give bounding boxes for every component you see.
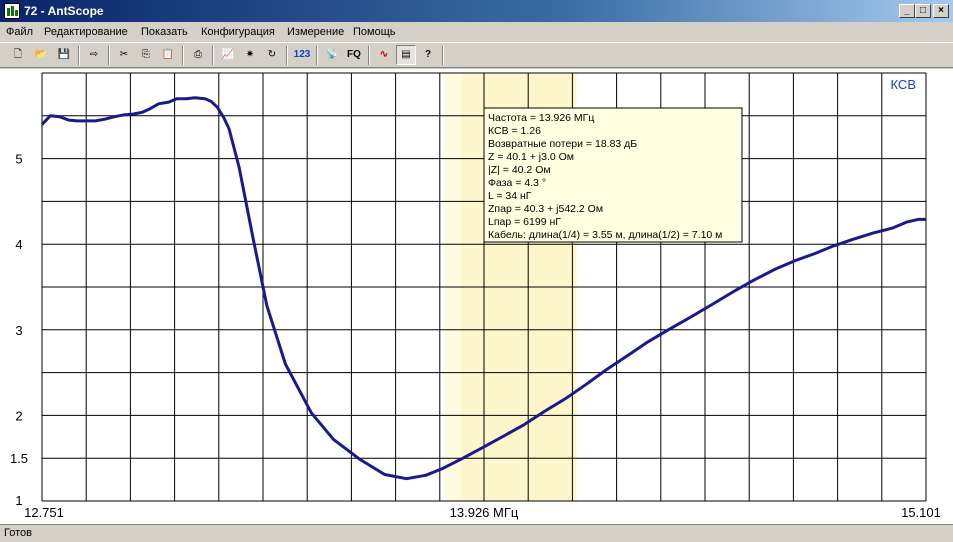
- paste-button[interactable]: 📋: [158, 45, 178, 65]
- parameter-label[interactable]: КСВ: [891, 77, 917, 92]
- title-bar: 72 - AntScope _ □ ×: [0, 0, 953, 22]
- x-tick-label: 12.751: [24, 505, 64, 520]
- menu-configuration[interactable]: Конфигурация: [201, 25, 275, 39]
- tooltip-line: Кабель: длина(1/4) = 3.55 м, длина(1/2) …: [488, 229, 722, 241]
- scan-icon: ✷: [245, 49, 255, 60]
- scan-button[interactable]: ✷: [240, 45, 260, 65]
- x-axis-labels: 12.751 13.926 МГц 15.101: [24, 505, 941, 520]
- y-tick-label: 3: [15, 323, 22, 338]
- window-title: 72 - AntScope: [24, 4, 104, 18]
- y-tick-label: 2: [15, 408, 22, 423]
- menu-view[interactable]: Показать: [141, 25, 188, 39]
- tooltip-line: Zпар = 40.3 + j542.2 Ом: [488, 203, 603, 215]
- toolbar-separator: [108, 46, 110, 65]
- data-table-button[interactable]: ▤: [396, 45, 416, 65]
- menu-measurement[interactable]: Измерение: [287, 25, 344, 39]
- y-tick-label: 1: [15, 493, 22, 508]
- cut-icon: ✂: [119, 49, 129, 60]
- minimize-button[interactable]: _: [899, 4, 915, 18]
- tooltip-line: L = 34 нГ: [488, 190, 532, 202]
- x-tick-label: 13.926 МГц: [450, 505, 519, 520]
- tooltip-line: КСВ = 1.26: [488, 125, 541, 137]
- x-tick-label: 15.101: [901, 505, 941, 520]
- menu-file[interactable]: Файл: [6, 25, 33, 39]
- close-button[interactable]: ×: [933, 4, 949, 18]
- y-tick-label: 1.5: [10, 451, 28, 466]
- toolbar-separator: [368, 46, 370, 65]
- export-button[interactable]: ⇨: [84, 45, 104, 65]
- open-folder-icon: 📂: [34, 49, 48, 60]
- new-file-icon: 🗋: [13, 49, 23, 60]
- menu-edit[interactable]: Редактирование: [44, 25, 128, 39]
- copy-icon: ⎘: [142, 49, 150, 60]
- swr-chart-panel[interactable]: КСВ Частота = 13.926 МГц КСВ = 1.26 Возвра…: [0, 69, 953, 524]
- data-table-icon: ▤: [401, 49, 411, 60]
- refresh-icon: ↻: [267, 49, 277, 60]
- tooltip-line: Возвратные потери = 18.83 дБ: [488, 138, 637, 150]
- cut-button[interactable]: ✂: [114, 45, 134, 65]
- y-axis-labels: 1 1.5 2 3 4 5: [10, 152, 28, 508]
- y-tick-label: 5: [15, 152, 22, 167]
- tooltip-line: Lпар = 6199 нГ: [488, 216, 561, 228]
- tooltip-line: Z = 40.1 + j3.0 Ом: [488, 151, 574, 163]
- antenna-icon: 📡: [325, 49, 339, 60]
- y-tick-label: 4: [15, 237, 22, 252]
- export-icon: ⇨: [89, 49, 99, 60]
- refresh-button[interactable]: ↻: [262, 45, 282, 65]
- measurement-tooltip: Частота = 13.926 МГцКСВ = 1.26Возвратные…: [483, 107, 743, 243]
- save-icon: 💾: [57, 49, 71, 60]
- toolbar-separator: [78, 46, 80, 65]
- number-format-icon: 123: [293, 49, 311, 60]
- print-button[interactable]: ⎙: [188, 45, 208, 65]
- print-icon: ⎙: [194, 49, 202, 60]
- help-icon: ?: [424, 49, 432, 60]
- toolbar-separator: [286, 46, 288, 65]
- toolbar-separator: [316, 46, 318, 65]
- frequency-icon: FQ: [347, 49, 361, 60]
- swr-chart[interactable]: КСВ Частота = 13.926 МГцКСВ = 1.26Возвра…: [0, 69, 953, 524]
- toolbar-separator: [442, 46, 444, 65]
- app-icon[interactable]: [4, 3, 20, 19]
- tooltip-line: |Z| = 40.2 Ом: [488, 164, 551, 176]
- chart-button[interactable]: 📈: [218, 45, 238, 65]
- paste-icon: 📋: [161, 49, 175, 60]
- toolbar: 🗋 📂 💾 ⇨ ✂ ⎘ 📋 ⎙ 📈 ✷ ↻ 123 📡 FQ ∿ ▤ ?: [0, 42, 953, 68]
- open-file-button[interactable]: 📂: [31, 45, 51, 65]
- tooltip-line: Частота = 13.926 МГц: [488, 112, 594, 124]
- toolbar-separator: [212, 46, 214, 65]
- status-bar: Готов: [0, 524, 953, 542]
- antenna-button[interactable]: 📡: [322, 45, 342, 65]
- status-text: Готов: [4, 527, 32, 539]
- number-format-button[interactable]: 123: [292, 45, 312, 65]
- copy-button[interactable]: ⎘: [136, 45, 156, 65]
- menu-bar: Файл Редактирование Показать Конфигураци…: [0, 22, 953, 42]
- help-button[interactable]: ?: [418, 45, 438, 65]
- curves-icon: ∿: [379, 49, 389, 60]
- save-button[interactable]: 💾: [54, 45, 74, 65]
- toolbar-separator: [182, 46, 184, 65]
- menu-help[interactable]: Помощь: [353, 25, 396, 39]
- chart-icon: 📈: [221, 49, 235, 60]
- frequency-button[interactable]: FQ: [344, 45, 364, 65]
- maximize-button[interactable]: □: [915, 4, 931, 18]
- tooltip-line: Фаза = 4.3 °: [488, 177, 546, 189]
- curves-button[interactable]: ∿: [374, 45, 394, 65]
- new-file-button[interactable]: 🗋: [8, 45, 28, 65]
